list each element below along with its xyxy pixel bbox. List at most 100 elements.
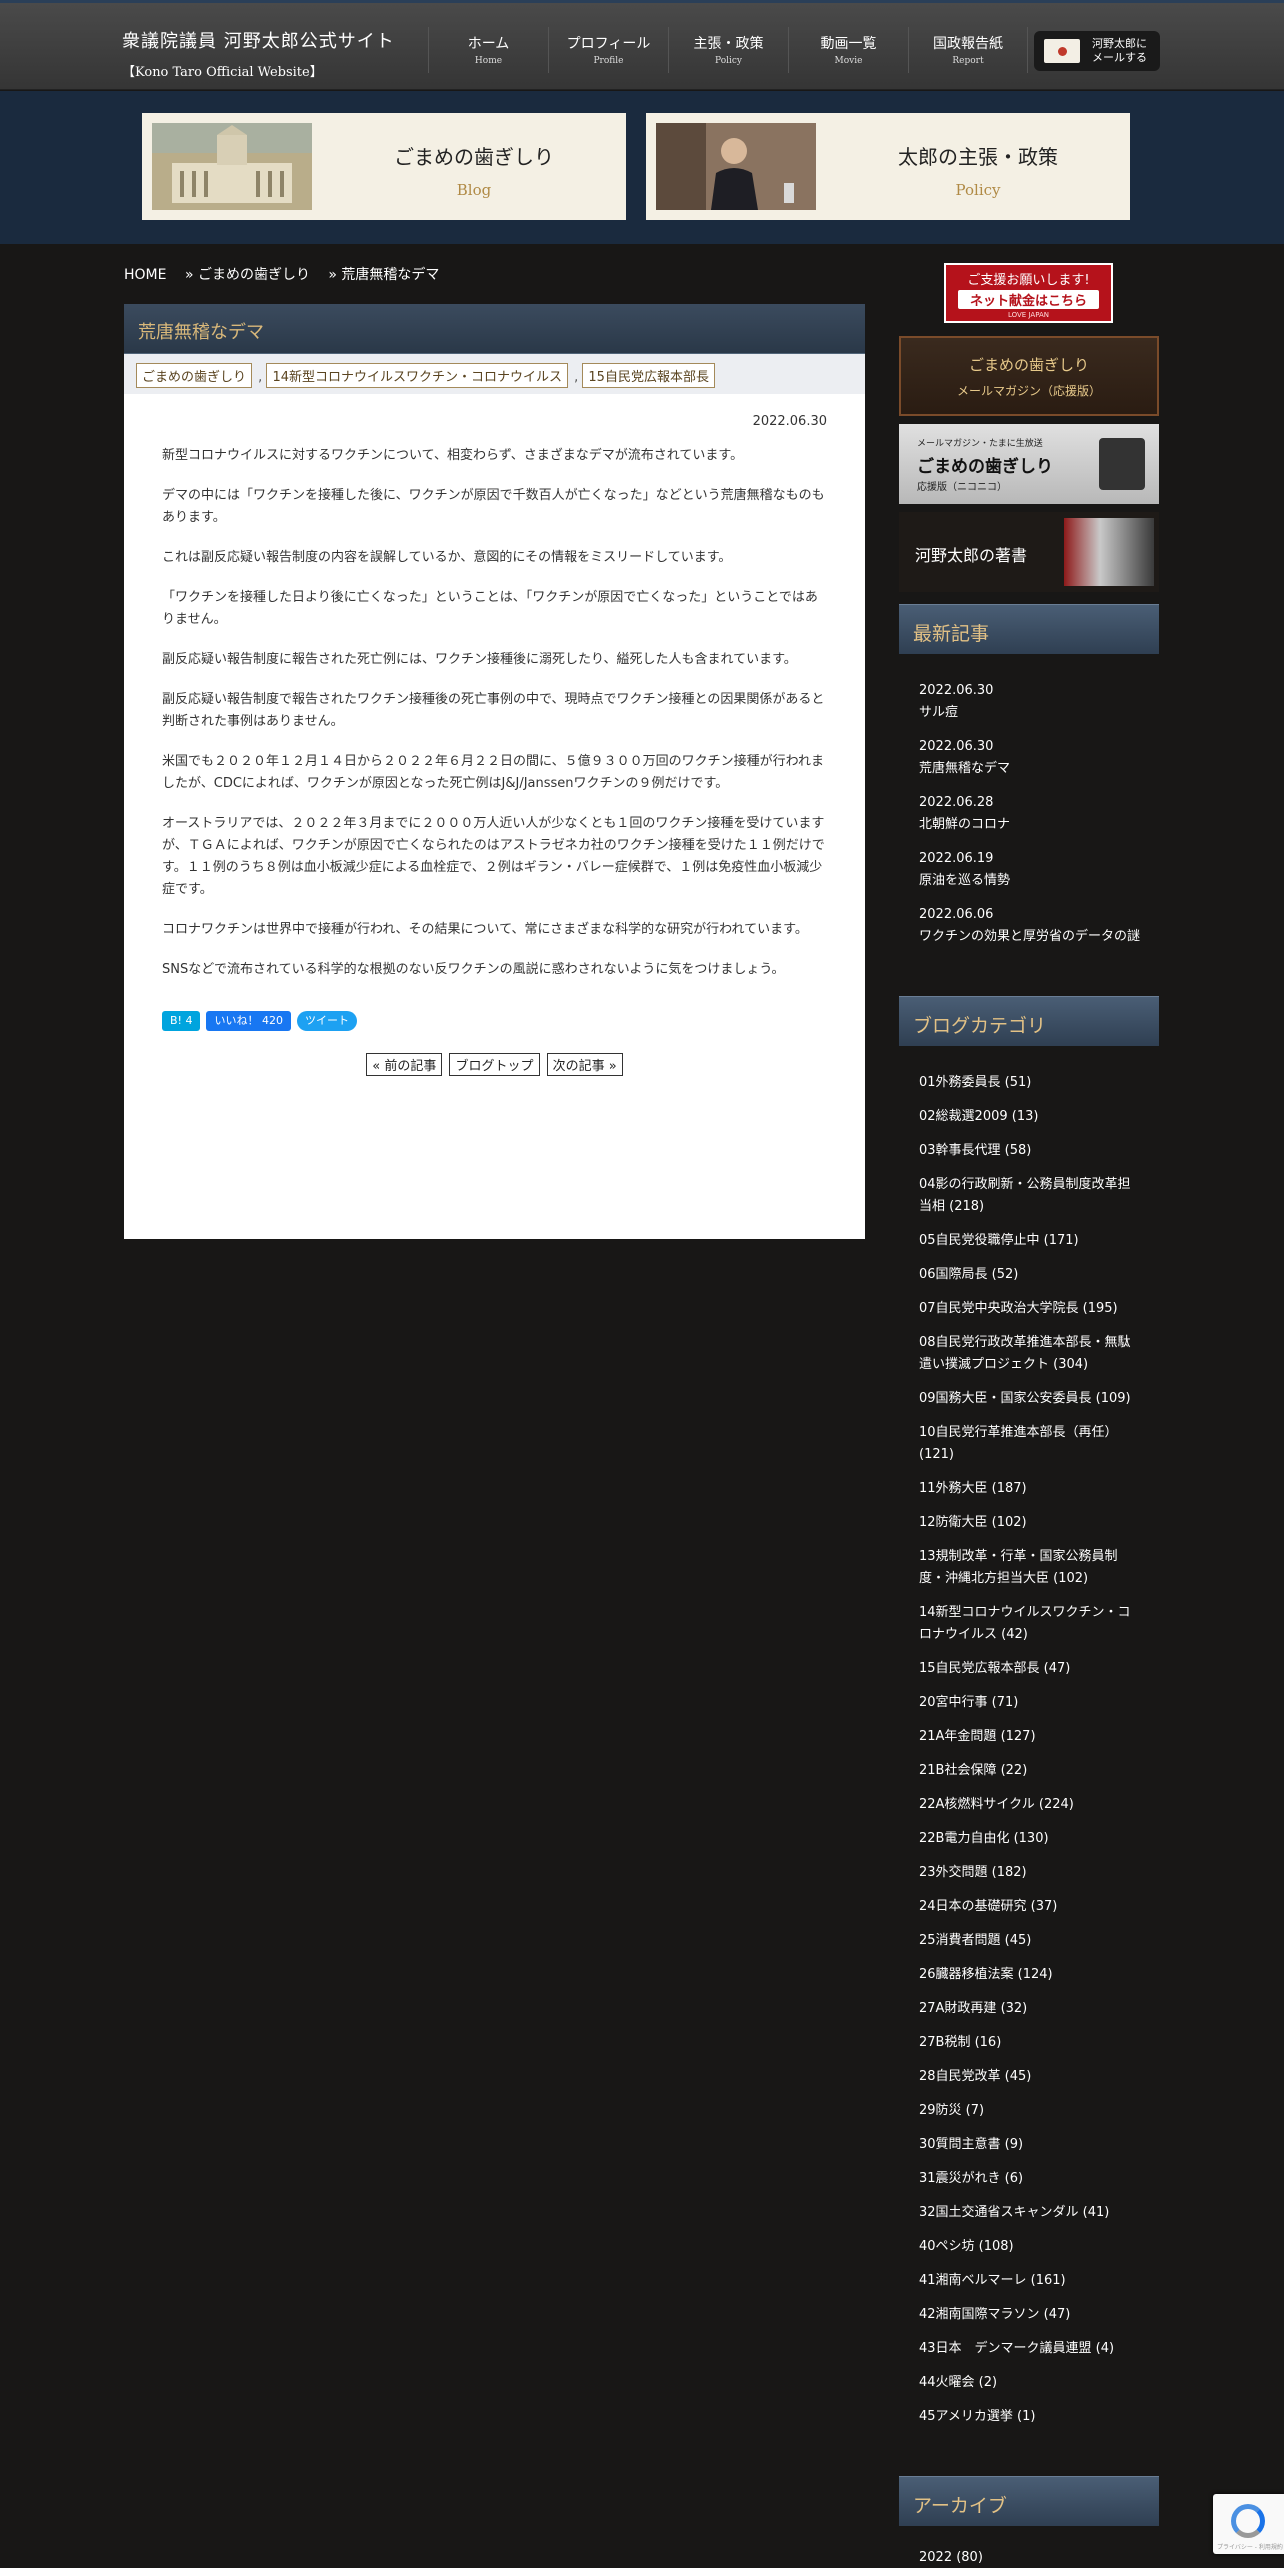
category-item[interactable]: 09国務大臣・国家公安委員長 (109) [919, 1388, 1139, 1410]
category-item[interactable]: 22B電力自由化 (130) [919, 1828, 1139, 1850]
nav-label: ホーム [467, 36, 510, 52]
donate-banner[interactable]: ご支援お願いします! ネット献金はこちら LOVE JAPAN [944, 263, 1113, 323]
category-item[interactable]: 05自民党役職停止中 (171) [919, 1230, 1139, 1252]
nav-report[interactable]: 国政報告紙 Report [908, 27, 1028, 73]
category-item[interactable]: 20宮中行事 (71) [919, 1692, 1139, 1714]
post-tag[interactable]: 14新型コロナウイルスワクチン・コロナウイルス [266, 363, 568, 388]
recent-post-item[interactable]: 2022.06.06 ワクチンの効果と厚労省のデータの謎 [919, 904, 1149, 948]
category-item[interactable]: 28自民党改革 (45) [919, 2066, 1139, 2088]
recent-post-item[interactable]: 2022.06.28 北朝鮮のコロナ [919, 792, 1149, 836]
book-cover-image [1064, 518, 1154, 586]
category-item[interactable]: 14新型コロナウイルスワクチン・コロナウイルス (42) [919, 1602, 1139, 1646]
nav-sublabel: Movie [834, 56, 863, 66]
banner-title: ごまめの歯ぎしり [394, 145, 554, 169]
category-item[interactable]: 08自民党行政改革推進本部長・無駄遣い撲滅プロジェクト (304) [919, 1332, 1139, 1376]
recent-post-title: 荒唐無稽なデマ [919, 761, 1011, 776]
top-banner-area: ごまめの歯ぎしり Blog 太郎の主張・政策 Policy [0, 91, 1284, 244]
prev-post-link[interactable]: « 前の記事 [366, 1053, 443, 1076]
category-item[interactable]: 02総裁選2009 (13) [919, 1106, 1139, 1128]
mail-button-text: 河野太郎に メールする [1092, 37, 1147, 65]
category-item[interactable]: 26臓器移植法案 (124) [919, 1964, 1139, 1986]
post-body: 2022.06.30 新型コロナウイルスに対するワクチンについて、相変わらず、さ… [124, 394, 865, 1239]
nav-sublabel: Home [474, 56, 503, 66]
policy-banner[interactable]: 太郎の主張・政策 Policy [646, 113, 1130, 220]
nav-label: 動画一覧 [820, 36, 877, 52]
category-item[interactable]: 45アメリカ選挙 (1) [919, 2406, 1139, 2428]
category-item[interactable]: 30質問主意書 (9) [919, 2134, 1139, 2156]
post-tag[interactable]: 15自民党広報本部長 [582, 363, 715, 388]
category-item[interactable]: 15自民党広報本部長 (47) [919, 1658, 1139, 1680]
japan-flag-icon [1044, 39, 1080, 63]
category-item[interactable]: 13規制改革・行革・国家公務員制度・沖縄北方担当大臣 (102) [919, 1546, 1139, 1590]
next-post-link[interactable]: 次の記事 » [546, 1053, 623, 1076]
niconico-line2: ごまめの歯ぎしり [917, 457, 1053, 477]
category-item[interactable]: 07自民党中央政治大学院長 (195) [919, 1298, 1139, 1320]
category-item[interactable]: 42湘南国際マラソン (47) [919, 2304, 1139, 2326]
recaptcha-badge[interactable]: プライバシー - 利用規約 [1213, 2494, 1284, 2554]
nav-movie[interactable]: 動画一覧 Movie [788, 27, 908, 73]
tag-separator: , [258, 370, 263, 385]
niconico-banner[interactable]: メールマガジン・たまに生放送 ごまめの歯ぎしり 応援版（ニコニコ） [899, 424, 1159, 504]
recent-post-item[interactable]: 2022.06.19 原油を巡る情勢 [919, 848, 1149, 892]
category-item[interactable]: 32国土交通省スキャンダル (41) [919, 2202, 1139, 2224]
category-item[interactable]: 40ペシ坊 (108) [919, 2236, 1139, 2258]
site-title[interactable]: 衆議院議員 河野太郎公式サイト [122, 27, 395, 53]
category-item[interactable]: 11外務大臣 (187) [919, 1478, 1139, 1500]
category-item[interactable]: 01外務委員長 (51) [919, 1072, 1139, 1094]
mail-line2: メールする [1092, 51, 1147, 64]
breadcrumb-blog[interactable]: » ごまめの歯ぎしり [185, 267, 310, 283]
nav-label: 主張・政策 [693, 36, 764, 52]
recent-post-item[interactable]: 2022.06.30 荒唐無稽なデマ [919, 736, 1149, 780]
archive-item[interactable]: 2022 (80) [919, 2550, 983, 2565]
banner-subtitle: Blog [456, 181, 492, 199]
category-item[interactable]: 25消費者問題 (45) [919, 1930, 1139, 1952]
breadcrumb-current: » 荒唐無稽なデマ [328, 267, 440, 283]
blog-banner[interactable]: ごまめの歯ぎしり Blog [142, 113, 626, 220]
recent-posts-header: 最新記事 [899, 604, 1159, 654]
category-item[interactable]: 24日本の基礎研究 (37) [919, 1896, 1139, 1918]
category-item[interactable]: 12防衛大臣 (102) [919, 1512, 1139, 1534]
post-paragraph: 副反応疑い報告制度で報告されたワクチン接種後の死亡事例の中で、現時点でワクチン接… [162, 692, 825, 729]
category-item[interactable]: 10自民党行革推進本部長（再任） (121) [919, 1422, 1139, 1466]
recent-post-date: 2022.06.30 [919, 683, 994, 698]
blog-top-link[interactable]: ブログトップ [449, 1053, 540, 1076]
category-item[interactable]: 03幹事長代理 (58) [919, 1140, 1139, 1162]
post-title: 荒唐無稽なデマ [138, 322, 264, 343]
category-item[interactable]: 44火曜会 (2) [919, 2372, 1139, 2394]
speaker-photo-image [656, 123, 816, 210]
facebook-like-button[interactable]: いいね！ 420 [206, 1011, 291, 1031]
category-item[interactable]: 22A核燃料サイクル (224) [919, 1794, 1139, 1816]
post-tag[interactable]: ごまめの歯ぎしり [136, 363, 253, 388]
post-paragraph: 「ワクチンを接種した日より後に亡くなった」ということは、「ワクチンが原因で亡くな… [162, 590, 818, 627]
category-item[interactable]: 27B税制 (16) [919, 2032, 1139, 2054]
mail-button[interactable]: 河野太郎に メールする [1034, 31, 1160, 71]
nav-home[interactable]: ホーム Home [428, 27, 548, 73]
category-item[interactable]: 21A年金問題 (127) [919, 1726, 1139, 1748]
recaptcha-icon [1231, 2504, 1265, 2538]
tweet-button[interactable]: ツイート [296, 1011, 357, 1031]
recent-post-date: 2022.06.06 [919, 907, 994, 922]
hatena-bookmark-button[interactable]: B! 4 [162, 1011, 201, 1031]
mailmag-banner[interactable]: ごまめの歯ぎしり メールマガジン（応援版） [899, 336, 1159, 416]
donate-line1: ご支援お願いします! [967, 273, 1090, 288]
category-item[interactable]: 29防災 (7) [919, 2100, 1139, 2122]
category-item[interactable]: 43日本 デンマーク議員連盟 (4) [919, 2338, 1139, 2360]
category-item[interactable]: 31震災がれき (6) [919, 2168, 1139, 2190]
post-pager: « 前の記事 ブログトップ 次の記事 » [162, 1053, 827, 1076]
nav-policy[interactable]: 主張・政策 Policy [668, 27, 788, 73]
breadcrumb-home[interactable]: HOME [124, 267, 166, 283]
category-item[interactable]: 27A財政再建 (32) [919, 1998, 1139, 2020]
category-item[interactable]: 41湘南ベルマーレ (161) [919, 2270, 1139, 2292]
nav-label: 国政報告紙 [933, 36, 1003, 52]
flag-dot [1058, 47, 1067, 56]
category-item[interactable]: 21B社会保障 (22) [919, 1760, 1139, 1782]
recent-post-item[interactable]: 2022.06.30 サル痘 [919, 680, 1149, 724]
donate-line3: LOVE JAPAN [1007, 311, 1049, 319]
banner-subtitle: Policy [955, 181, 1001, 199]
banner-title: 太郎の主張・政策 [898, 145, 1058, 169]
nav-profile[interactable]: プロフィール Profile [548, 27, 668, 73]
category-item[interactable]: 23外交問題 (182) [919, 1862, 1139, 1884]
books-banner[interactable]: 河野太郎の著書 [899, 512, 1159, 592]
category-item[interactable]: 04影の行政刷新・公務員制度改革担当相 (218) [919, 1174, 1139, 1218]
category-item[interactable]: 06国際局長 (52) [919, 1264, 1139, 1286]
